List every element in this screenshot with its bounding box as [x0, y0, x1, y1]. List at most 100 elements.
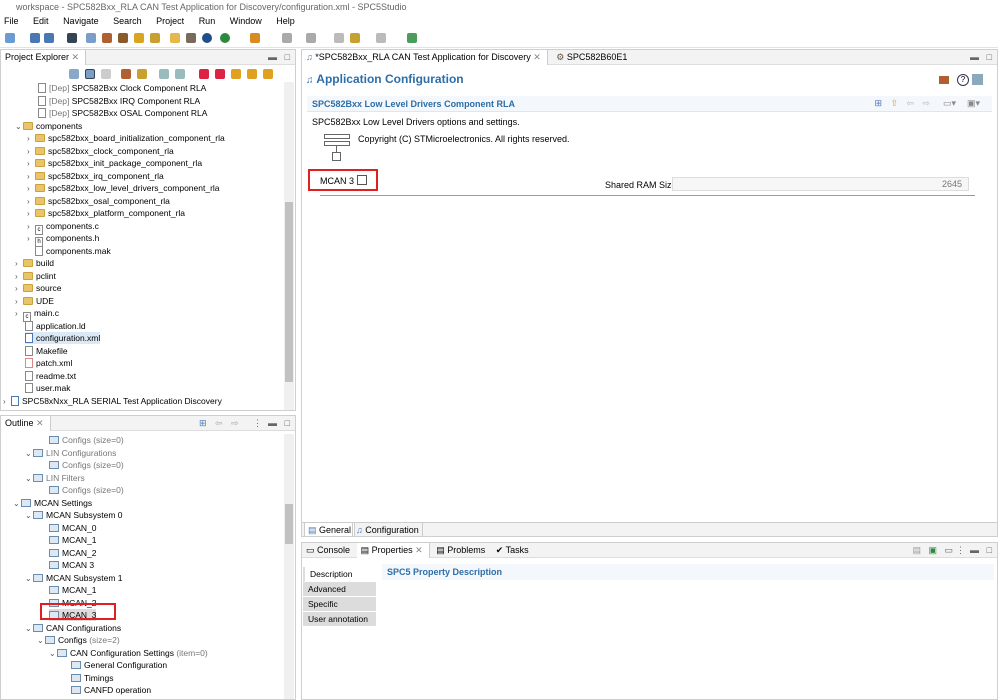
- tree-item[interactable]: › spc582bxx_osal_component_rla: [27, 195, 170, 207]
- back-icon[interactable]: [334, 33, 344, 43]
- outline-item[interactable]: Configs (size=0): [49, 484, 124, 496]
- generate-icon[interactable]: [939, 76, 949, 84]
- tab-configuration[interactable]: ♫ Configuration: [352, 523, 423, 536]
- tree-item[interactable]: › h components.h: [27, 232, 99, 247]
- outline-item[interactable]: ⌄ LIN Configurations: [25, 447, 116, 459]
- shared-ram-field[interactable]: 2645: [672, 177, 969, 191]
- settings-icon[interactable]: [972, 74, 983, 85]
- tree-item[interactable]: › spc582bxx_irq_component_rla: [27, 170, 164, 182]
- close-icon[interactable]: ✕: [533, 52, 541, 62]
- tab-general[interactable]: ▤ General: [304, 523, 356, 536]
- export-icon[interactable]: [175, 69, 185, 79]
- project-explorer-tab[interactable]: Project Explorer ✕: [1, 50, 87, 65]
- tab-problems[interactable]: ▤ Problems: [432, 545, 489, 555]
- tree-item[interactable]: components.mak: [35, 245, 111, 257]
- menu-window[interactable]: Window: [230, 16, 262, 26]
- outline-item[interactable]: Timings: [71, 672, 113, 684]
- outline-scrollbar[interactable]: [284, 434, 294, 699]
- outline-item[interactable]: ⌄ CAN Configurations: [25, 622, 121, 634]
- info-icon[interactable]: [202, 33, 212, 43]
- tree-item[interactable]: › spc582bxx_clock_component_rla: [27, 145, 174, 157]
- outline-menu-icon[interactable]: ⋮: [253, 416, 262, 431]
- explorer-scrollbar[interactable]: [284, 82, 294, 410]
- section-title[interactable]: SPC582Bxx Low Level Drivers Component RL…: [312, 99, 515, 109]
- new-icon[interactable]: [5, 33, 15, 43]
- link-editor-icon[interactable]: [85, 69, 95, 79]
- outline-item[interactable]: MCAN_1: [49, 584, 96, 596]
- outline-item[interactable]: ⌄ MCAN Subsystem 1: [25, 572, 123, 584]
- save-icon[interactable]: [30, 33, 40, 43]
- view-icon[interactable]: ▭: [944, 543, 953, 558]
- collapse-all-icon[interactable]: [69, 69, 79, 79]
- tree-item[interactable]: user.mak: [25, 382, 71, 394]
- tab-console[interactable]: ▭ Console: [302, 545, 354, 555]
- view-menu-icon[interactable]: ⋮: [956, 543, 965, 558]
- tree-item[interactable]: › UDE: [15, 295, 54, 307]
- chevron-down-icon[interactable]: ⌄: [25, 510, 33, 522]
- outline-item[interactable]: CANFD operation: [71, 684, 151, 696]
- wizard-icon[interactable]: [134, 33, 144, 43]
- outline-item[interactable]: ⌄ MCAN Settings: [13, 497, 92, 509]
- flash-icon[interactable]: [186, 33, 196, 43]
- menu-file[interactable]: File: [4, 16, 19, 26]
- save-dropdown-icon[interactable]: ▣▾: [967, 98, 980, 109]
- scroll-thumb[interactable]: [285, 504, 293, 544]
- menu-project[interactable]: Project: [156, 16, 184, 26]
- outline-item[interactable]: MCAN_2: [49, 547, 96, 559]
- tree-item[interactable]: › pclint: [15, 270, 56, 282]
- build-project-icon[interactable]: [121, 69, 131, 79]
- tree-item[interactable]: › spc582bxx_platform_component_rla: [27, 207, 185, 219]
- minimize-icon[interactable]: ▬: [970, 543, 979, 558]
- menu-edit[interactable]: Edit: [33, 16, 49, 26]
- outline-item[interactable]: ⌄ LIN Filters: [25, 472, 85, 484]
- tree-item[interactable]: › build: [15, 257, 54, 269]
- forward-icon[interactable]: ⇨: [922, 98, 930, 109]
- outline-item[interactable]: MCAN_1: [49, 534, 96, 546]
- outline-forward-icon[interactable]: ⇨: [231, 416, 239, 431]
- outline-item[interactable]: MCAN 3: [49, 559, 94, 571]
- tree-item[interactable]: ⌄ components: [15, 120, 82, 132]
- build-icon[interactable]: [102, 33, 112, 43]
- menu-navigate[interactable]: Navigate: [63, 16, 99, 26]
- tree-item[interactable]: › spc582bxx_board_initialization_componen…: [27, 132, 225, 144]
- outline-back-icon[interactable]: ⇦: [215, 416, 223, 431]
- chevron-down-icon[interactable]: ⌄: [25, 448, 33, 460]
- chevron-right-icon[interactable]: ›: [15, 258, 23, 270]
- tree-item[interactable]: › c components.c: [27, 220, 99, 235]
- chevron-right-icon[interactable]: ›: [3, 396, 11, 408]
- tree-item[interactable]: › spc582bxx_low_level_drivers_component_r…: [27, 182, 220, 194]
- prev-annotation-icon[interactable]: [306, 33, 316, 43]
- close-icon[interactable]: ✕: [415, 545, 423, 555]
- prop-tab-description[interactable]: Description: [303, 567, 376, 582]
- chevron-down-icon[interactable]: ⌄: [25, 623, 33, 635]
- prop-tab-user-annotation[interactable]: User annotation: [303, 612, 376, 627]
- maximize-icon[interactable]: □: [987, 543, 992, 558]
- prop-tab-advanced[interactable]: Advanced: [303, 582, 376, 597]
- spc5-icon[interactable]: [86, 33, 96, 43]
- nav-forward-icon[interactable]: [376, 33, 386, 43]
- tree-item[interactable]: patch.xml: [25, 357, 72, 369]
- outline-item[interactable]: General Configuration: [71, 659, 167, 671]
- chevron-right-icon[interactable]: ›: [27, 233, 35, 245]
- chevron-right-icon[interactable]: ›: [27, 183, 35, 195]
- editor-tab-2[interactable]: ⚙ SPC582B60E1: [550, 52, 627, 62]
- back-icon[interactable]: ⇦: [906, 98, 914, 109]
- next-annotation-icon[interactable]: [282, 33, 292, 43]
- filter-icon[interactable]: [101, 69, 111, 79]
- chevron-down-icon[interactable]: ⌄: [37, 635, 45, 647]
- maximize-icon[interactable]: □: [987, 50, 992, 65]
- tree-item[interactable]: [Dep] SPC582Bxx Clock Component RLA: [38, 82, 206, 94]
- tree-item[interactable]: [Dep] SPC582Bxx OSAL Component RLA: [38, 107, 207, 119]
- chevron-right-icon[interactable]: ›: [27, 133, 35, 145]
- outline-item[interactable]: Configs (size=0): [49, 459, 124, 471]
- forward-icon[interactable]: [350, 33, 360, 43]
- clean-project-icon[interactable]: [137, 69, 147, 79]
- prop-tab-specific[interactable]: Specific: [303, 597, 376, 612]
- new-view-icon[interactable]: ▣: [928, 543, 937, 558]
- chevron-down-icon[interactable]: ⌄: [25, 573, 33, 585]
- remove-icon[interactable]: [215, 69, 225, 79]
- tree-item[interactable]: application.ld: [25, 320, 86, 332]
- folder-icon[interactable]: [170, 33, 180, 43]
- outline-tab[interactable]: Outline ✕: [1, 416, 51, 431]
- tree-item-selected[interactable]: configuration.xml: [25, 332, 101, 344]
